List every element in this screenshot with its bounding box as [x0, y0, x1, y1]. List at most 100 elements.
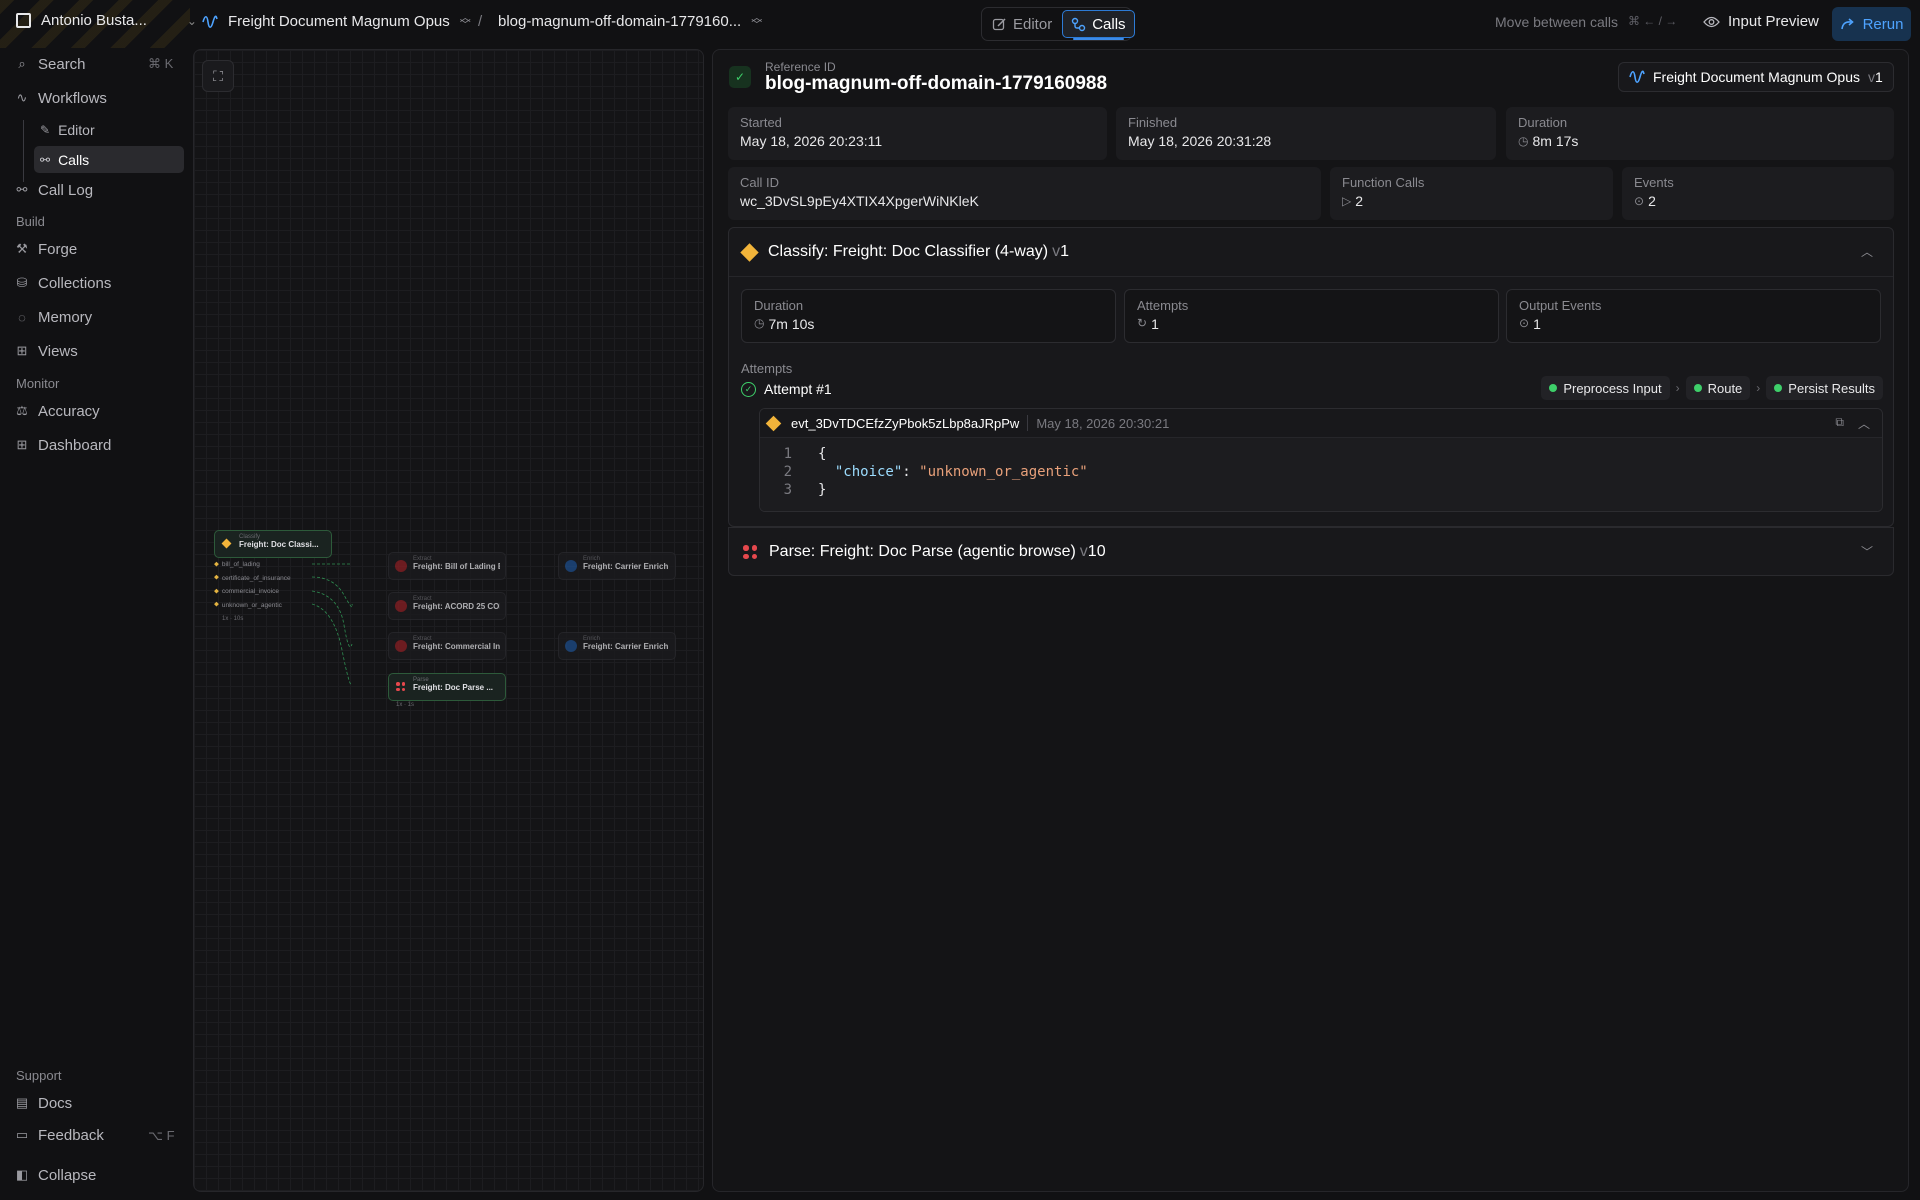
calls-icon: ⚯	[40, 152, 51, 167]
chevron-up-icon[interactable]: ︿	[1858, 415, 1870, 432]
route-item[interactable]: ⬥ commercial_invoice	[214, 585, 332, 599]
stat-value: May 18, 2026 20:23:11	[740, 133, 883, 149]
stat-duration: Duration ◷ 8m 17s	[1506, 107, 1894, 160]
stat-value: 1	[1151, 316, 1159, 332]
tab-calls[interactable]: Calls	[1062, 10, 1135, 40]
divider	[1027, 415, 1029, 431]
workflow-pill-label: Freight Document Magnum Opus	[1653, 69, 1860, 85]
sidebar-item-label: Docs	[38, 1094, 73, 1112]
route-item[interactable]: ⬥ certificate_of_insurance	[214, 572, 332, 586]
sidebar-item-editor[interactable]: ✎ Editor	[34, 116, 184, 143]
tab-editor[interactable]: Editor	[984, 10, 1060, 38]
sidebar-item-label: Views	[38, 342, 78, 360]
sidebar-item-views[interactable]: ⊞ Views	[14, 337, 78, 365]
sidebar-item-search[interactable]: ⌕ Search	[14, 50, 85, 78]
status-dot	[1693, 384, 1702, 392]
redo-icon	[1840, 18, 1854, 30]
breadcrumb-workflow-label: Freight Document Magnum Opus	[228, 13, 450, 30]
enrich-icon	[565, 560, 577, 572]
graph-node-enrich[interactable]: Enrich Freight: Carrier Enrich f...	[558, 552, 676, 580]
tab-calls-label: Calls	[1092, 15, 1126, 33]
event-header[interactable]: evt_3DvTDCEfzZyPbok5zLbp8aJRpPw May 18, …	[760, 409, 1882, 438]
version-number: 10	[1087, 543, 1106, 560]
graph-node-extract[interactable]: Extract Freight: ACORD 25 COI...	[388, 592, 506, 620]
workflow-icon	[1629, 70, 1645, 84]
pipeline-step[interactable]: Persist Results	[1766, 376, 1883, 400]
pipeline-step[interactable]: Route	[1685, 376, 1751, 400]
sidebar-item-feedback[interactable]: ▭ Feedback	[14, 1121, 104, 1149]
sidebar-collapse-button[interactable]: ◧ Collapse	[14, 1161, 97, 1189]
sidebar-item-label: Calls	[58, 151, 90, 168]
move-between-calls[interactable]: Move between calls ⌘ ← / →	[1495, 14, 1677, 30]
route-item[interactable]: ⬥ bill_of_lading	[214, 558, 332, 572]
section-title: Parse: Freight: Doc Parse (agentic brows…	[769, 543, 1076, 560]
route-item[interactable]: ⬥ unknown_or_agentic	[214, 599, 332, 613]
sidebar-item-workflows[interactable]: ∿ Workflows	[14, 84, 107, 112]
stat-value: 2	[1355, 193, 1364, 209]
section-label-monitor: Monitor	[16, 376, 60, 391]
edge	[311, 603, 353, 686]
workspace-name: Antonio Busta...	[41, 12, 147, 29]
version-number: 1	[1874, 69, 1883, 85]
dashboard-icon: ⊞	[16, 437, 28, 452]
sidebar-item-call-log[interactable]: ⚯ Call Log	[14, 176, 94, 204]
graph-node-extract[interactable]: Extract Freight: Commercial Inv...	[388, 632, 506, 660]
document-icon: ▤	[15, 1095, 29, 1110]
pipeline-step[interactable]: Preprocess Input	[1541, 376, 1670, 400]
sidebar-item-dashboard[interactable]: ⊞ Dashboard	[14, 431, 112, 459]
breadcrumb-workflow[interactable]: Freight Document Magnum Opus ︿ ﹀	[202, 12, 471, 30]
search-shortcut: ⌘ K	[148, 56, 174, 71]
sidebar-item-forge[interactable]: ⚒ Forge	[14, 235, 77, 263]
chevron-up-icon[interactable]: ︿	[1861, 243, 1873, 260]
stat-function-calls: Function Calls ▷ 2	[1330, 167, 1613, 220]
extract-icon	[395, 600, 407, 612]
section-label-support: Support	[16, 1068, 62, 1083]
status-dot	[1549, 384, 1558, 392]
rerun-button[interactable]: Rerun	[1832, 7, 1911, 41]
status-dot	[1774, 384, 1783, 392]
sidebar-item-accuracy[interactable]: ⚖ Accuracy	[14, 397, 100, 425]
search-icon: ⌕	[18, 56, 26, 71]
check-circle-icon: ✓	[741, 381, 756, 397]
workspace-switcher[interactable]: Antonio Busta... ⌄	[16, 12, 197, 29]
section-label-build: Build	[16, 214, 45, 229]
breadcrumb-call[interactable]: blog-magnum-off-domain-1779160... ︿ ﹀	[498, 12, 762, 30]
copy-icon[interactable]: ⧉	[1835, 415, 1844, 432]
reference-id-label: Reference ID	[765, 60, 836, 74]
stat-label: Output Events	[1519, 298, 1602, 313]
classify-icon	[765, 415, 782, 431]
sidebar-item-label: Feedback	[38, 1126, 104, 1144]
stat-label: Events	[1634, 175, 1674, 190]
chevron-down-icon[interactable]: ﹀	[1861, 543, 1873, 560]
attempt-header[interactable]: ✓ Attempt #1	[741, 381, 832, 397]
stat-value: May 18, 2026 20:31:28	[1128, 133, 1272, 149]
graph-node-parse[interactable]: Parse Freight: Doc Parse ...	[388, 673, 506, 701]
stat-label: Finished	[1128, 115, 1178, 130]
stat-value[interactable]: wc_3DvSL9pEy4XTIX4XpgerWiNKleK	[740, 193, 1309, 209]
stat-section-attempts: Attempts ↻ 1	[1124, 289, 1499, 343]
graph-node-enrich[interactable]: Enrich Freight: Carrier Enrich f...	[558, 632, 676, 660]
graph-node-extract[interactable]: Extract Freight: Bill of Lading E...	[388, 552, 506, 580]
stat-value: 8m 17s	[1532, 133, 1579, 149]
call-log-icon: ⚯	[16, 182, 28, 197]
stat-value: 2	[1648, 193, 1656, 209]
sidebar-item-collections[interactable]: ⛁ Collections	[14, 269, 112, 297]
sidebar-item-label: Editor	[58, 121, 95, 138]
workflow-graph[interactable]: ⛶ Classify Freight: Doc Classi... ⬥ bill_…	[193, 49, 704, 1192]
input-preview-button[interactable]: Input Preview	[1703, 13, 1819, 30]
workflow-version-pill[interactable]: Freight Document Magnum Opus v1	[1618, 62, 1894, 92]
code-block[interactable]: 1{ 2 "choice": "unknown_or_agentic" 3}	[760, 438, 1882, 511]
graph-node-classify[interactable]: Classify Freight: Doc Classi...	[214, 530, 332, 558]
sidebar-item-memory[interactable]: ◌ Memory	[14, 303, 92, 331]
section-header[interactable]: Parse: Freight: Doc Parse (agentic brows…	[729, 528, 1893, 576]
collapse-icon: ◧	[15, 1167, 29, 1182]
parse-icon	[395, 681, 407, 693]
sidebar-item-label: Accuracy	[38, 402, 100, 420]
call-detail-panel: ✓ Reference ID blog-magnum-off-domain-17…	[712, 49, 1909, 1192]
sidebar-item-docs[interactable]: ▤ Docs	[14, 1089, 72, 1117]
stat-events: Events ⊙ 2	[1622, 167, 1894, 220]
feedback-shortcut: ⌥ F	[148, 1128, 175, 1143]
sidebar-item-calls[interactable]: ⚯ Calls	[34, 146, 184, 173]
function-section-classify: Classify: Freight: Doc Classifier (4-way…	[728, 227, 1894, 527]
section-header[interactable]: Classify: Freight: Doc Classifier (4-way…	[729, 228, 1893, 276]
